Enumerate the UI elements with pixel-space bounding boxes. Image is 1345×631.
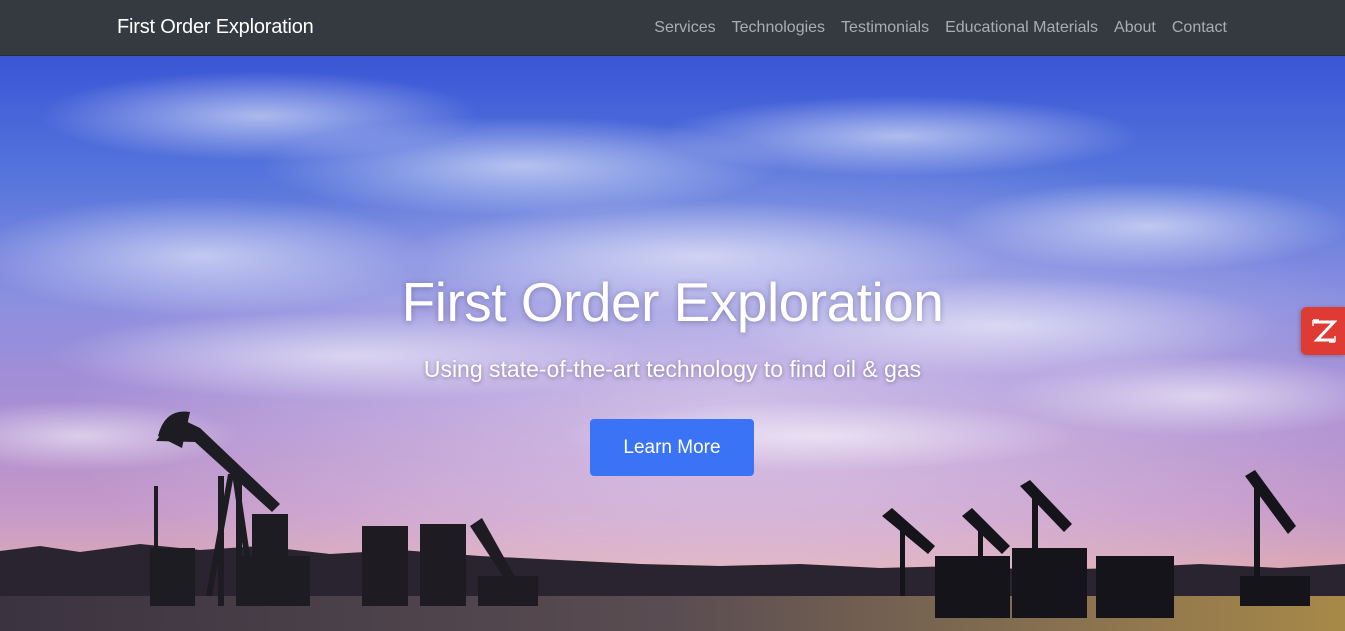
nav-link-contact[interactable]: Contact xyxy=(1164,18,1227,38)
nav-link-services[interactable]: Services xyxy=(646,18,723,38)
brand-link[interactable]: First Order Exploration xyxy=(117,15,314,39)
nav-link-testimonials[interactable]: Testimonials xyxy=(833,18,937,38)
hero-content: First Order Exploration Using state-of-t… xyxy=(0,56,1345,631)
side-widget-button[interactable] xyxy=(1301,307,1345,355)
nav-link-about[interactable]: About xyxy=(1106,18,1164,38)
navbar: First Order Exploration Services Technol… xyxy=(0,0,1345,56)
hero-subtitle: Using state-of-the-art technology to fin… xyxy=(423,356,922,382)
hero-title: First Order Exploration xyxy=(401,271,944,333)
nav-menu: Services Technologies Testimonials Educa… xyxy=(646,0,1227,56)
nav-link-educational-materials[interactable]: Educational Materials xyxy=(937,18,1106,38)
learn-more-button[interactable]: Learn More xyxy=(590,419,754,476)
nav-link-technologies[interactable]: Technologies xyxy=(724,18,833,38)
hero-section: First Order Exploration Using state-of-t… xyxy=(0,56,1345,631)
z-logo-icon xyxy=(1312,319,1337,343)
